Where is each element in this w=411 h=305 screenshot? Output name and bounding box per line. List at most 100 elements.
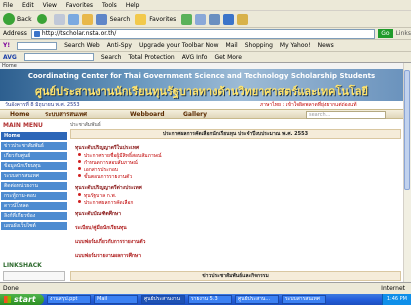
left-menu-sitemap[interactable]: แผนผังเว็บไซต์ [1,222,67,231]
scrollbar-thumb[interactable] [404,70,410,190]
taskbar-item-4[interactable]: รายงาน 5.3 [188,295,232,304]
zone-text: Internet [381,285,405,292]
tab-gallery[interactable]: Gallery [183,111,207,119]
print-icon[interactable] [209,13,221,25]
taskbar-item-6[interactable]: ระบบสารสนเทศ [282,295,326,304]
content-heading: ประชาสัมพันธ์ [70,122,101,128]
menu-favorites[interactable]: Favorites [66,2,93,9]
go-button[interactable]: Go [378,29,393,38]
avg-get-more[interactable]: Get More [214,54,241,61]
linkshack-box[interactable] [3,271,65,281]
yahoo-toolbar: Y! Search Web Anti-Spy Upgrade your Tool… [0,40,411,52]
main-column: ประชาสัมพันธ์ ประกาศผลการคัดเลือกนักเรีย… [70,120,403,282]
bullet-icon [78,153,81,156]
site-search-input[interactable]: search... [306,111,386,119]
left-menu-webboard[interactable]: กระทู้ถาม-ตอบ [1,192,67,201]
favorites-button[interactable]: Favorites [135,13,176,25]
page-icon [33,30,40,37]
announcement-panel-title: ประกาศผลการคัดเลือกนักเรียนทุน ประจำปีงบ… [70,129,401,139]
tab-information-system[interactable]: ระบบสารสนเทศ [45,111,87,119]
links-label[interactable]: Links [396,30,411,37]
address-label: Address [3,30,27,37]
back-arrow-icon [3,13,15,25]
toolbar-shopping[interactable]: Shopping [245,42,273,49]
section-undergrad-abroad[interactable]: ทุนระดับปริญญาตรีต่างประเทศ [75,184,142,192]
search-button[interactable]: Search [95,13,130,25]
avg-logo[interactable]: AVG [3,54,17,61]
toolbar-search-input[interactable] [17,41,58,50]
left-menu-download[interactable]: ดาวน์โหลด [1,202,67,211]
system-tray-clock[interactable]: 1:46 PM [381,294,411,305]
navigation-toolbar: Back Search Favorites [0,11,411,28]
site-nav: Home ระบบสารสนเทศ Webboard Gallery searc… [0,109,403,119]
yahoo-logo-icon[interactable]: Y! [3,42,10,49]
date-row: วันอังคารที่ 8 มิถุนายน พ.ศ. 2553 ภาษาไท… [0,101,403,109]
start-button[interactable]: start [0,294,44,305]
tab-home[interactable]: Home [10,111,29,119]
section-undergrad-domestic[interactable]: ทุนระดับปริญญาตรีในประเทศ [75,144,139,152]
left-menu-students[interactable]: ข้อมูลนักเรียนทุน [1,162,67,171]
taskbar-item-3[interactable]: ศูนย์ประสานงาน [141,295,185,304]
link-report-steps[interactable]: ขั้นตอนการรายงานตัว [78,173,132,181]
left-menu-about[interactable]: เกี่ยวกับศูนย์ [1,152,67,161]
section-report-forms[interactable]: แบบฟอร์มเกี่ยวกับการรายงานตัว [75,238,145,246]
bullet-icon [78,174,81,177]
menu-help[interactable]: Help [126,2,140,9]
forward-button[interactable] [36,14,49,24]
left-menu-links[interactable]: ลิงก์ที่เกี่ยวข้อง [1,212,67,221]
linkshack-title: LINKSHACK [3,262,42,269]
edit-icon[interactable] [223,13,235,25]
home-icon[interactable] [81,13,93,25]
avg-info[interactable]: AVG Info [182,54,208,61]
menu-tools[interactable]: Tools [102,2,117,9]
bullet-icon [78,200,81,203]
toolbar-mail[interactable]: Mail [226,42,238,49]
bullet-icon [78,167,81,170]
toolbar-upgrade[interactable]: Upgrade your Toolbar Now [139,42,219,49]
banner-thai-title: ศูนย์ประสานงานนักเรียนทุนรัฐบาลทางด้านวิ… [35,85,368,98]
left-column: MAIN MENU Home ข่าวประชาสัมพันธ์ เกี่ยวก… [0,120,68,282]
avg-search-button[interactable]: Search [101,54,122,61]
search-icon [95,13,107,25]
stop-icon[interactable] [53,13,65,25]
taskbar-item-1[interactable]: งานสรุป.ppt [47,295,91,304]
star-icon [135,13,147,25]
current-date: วันอังคารที่ 8 มิถุนายน พ.ศ. 2553 [5,102,80,108]
page-viewport: Home Coordinating Center for Thai Govern… [0,63,403,282]
messenger-icon[interactable] [237,13,249,25]
status-text: Done [3,285,19,292]
toolbar-anti-spy[interactable]: Anti-Spy [107,42,132,49]
menu-file[interactable]: File [3,2,13,9]
address-input[interactable]: http://tscholar.nsta.or.th/ [30,28,376,39]
news-marquee[interactable]: ภาษาไทย : เข้าใจผิดพลาดที่ยุ่งยากแต่ถ่อง… [260,101,357,109]
taskbar-item-5[interactable]: ศูนย์ประสาน... [235,295,279,304]
avg-search-input[interactable] [23,53,94,61]
section-regulations[interactable]: ระเบียบ/คู่มือนักเรียนทุน [75,224,127,232]
left-menu-news[interactable]: ข่าวประชาสัมพันธ์ [1,142,67,151]
refresh-icon[interactable] [67,13,79,25]
site-banner: Coordinating Center for Thai Government … [0,69,403,101]
bullet-icon [78,193,81,196]
avg-toolbar: AVG Search Total Protection AVG Info Get… [0,52,411,63]
back-button[interactable]: Back [3,13,32,25]
taskbar-item-2[interactable]: Mail [94,295,138,304]
left-menu-home[interactable]: Home [1,132,67,141]
left-menu-contact[interactable]: ติดต่อหน่วยงาน [1,182,67,191]
banner-english-title: Coordinating Center for Thai Government … [27,72,376,80]
toolbar-my-yahoo[interactable]: My Yahoo! [280,42,311,49]
avg-total-protection[interactable]: Total Protection [128,54,174,61]
toolbar-search-web[interactable]: Search Web [64,42,100,49]
section-graduate[interactable]: ทุนระดับบัณฑิตศึกษา [75,210,121,218]
history-icon[interactable] [181,13,193,25]
section-study-report-forms[interactable]: แบบฟอร์มรายงานผลการศึกษา [75,252,141,260]
menu-view[interactable]: View [43,2,57,9]
address-bar: Address http://tscholar.nsta.or.th/ Go L… [0,28,411,40]
toolbar-news[interactable]: News [318,42,334,49]
forward-arrow-icon [36,14,47,24]
status-bar: Done Internet [0,282,411,294]
tab-webboard[interactable]: Webboard [130,111,165,119]
link-selection-results[interactable]: ประกาศผลการคัดเลือก [78,199,133,207]
left-menu-system[interactable]: ระบบสารสนเทศ [1,172,67,181]
mail-icon[interactable] [195,13,207,25]
menu-edit[interactable]: Edit [22,2,34,9]
